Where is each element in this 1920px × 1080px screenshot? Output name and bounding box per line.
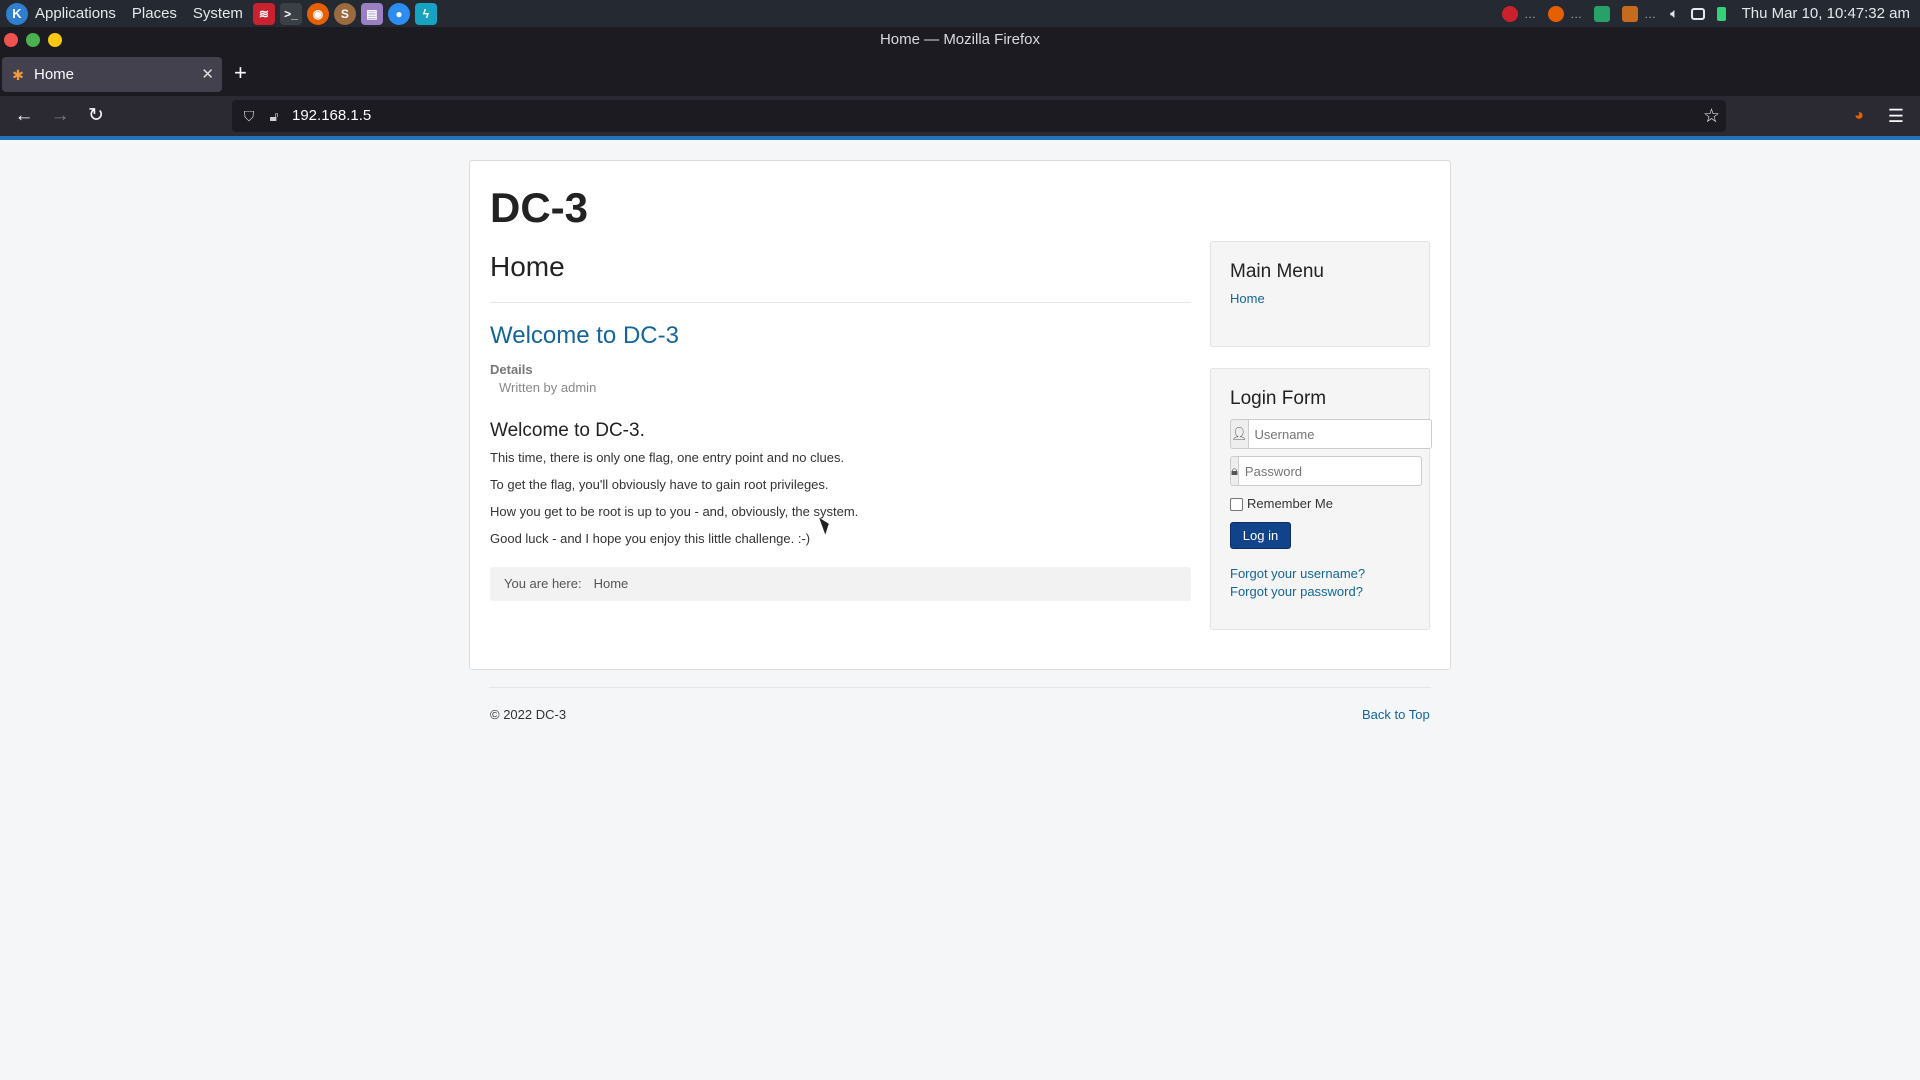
maximize-window-button[interactable] [26,33,40,47]
extension-icon[interactable]: ◕ [1847,104,1871,128]
lock-icon[interactable]: 🔓︎ [266,107,282,125]
main-menu-title: Main Menu [1230,261,1324,282]
shield-icon[interactable]: ⛉ [241,107,257,125]
main-content: Home Welcome to DC-3 Details Written by … [490,247,1191,601]
url-text[interactable]: 192.168.1.5 [292,107,371,125]
applications-menu[interactable]: Applications [35,5,116,22]
terminal-launcher-icon[interactable]: >_ [279,2,302,25]
distro-logo-icon[interactable]: K [6,2,28,25]
tab-home[interactable]: ✱ Home ✕ [2,57,222,92]
breadcrumb-current: Home [593,576,629,591]
joomla-favicon-icon: ✱ [12,66,24,83]
flash-launcher-icon[interactable]: ϟ [414,2,437,25]
article-paragraph: This time, there is only one flag, one e… [490,450,845,465]
reload-button[interactable]: ↻ [84,104,108,128]
burp-launcher-icon[interactable]: S [333,2,356,25]
chat-launcher-icon[interactable]: ● [387,2,410,25]
close-window-button[interactable] [4,33,18,47]
bookmark-star-icon[interactable]: ☆ [1703,105,1720,128]
login-form-module: Login Form 👤︎ 🔒︎ Remember Me Log in Forg… [1210,368,1432,630]
breadcrumb: You are here: Home [490,567,1191,601]
footer-divider [489,687,1431,688]
text-editor-launcher-icon[interactable]: ▤ [360,2,383,25]
article-title-link[interactable]: Welcome to DC-3 [490,321,1191,351]
back-button[interactable]: ← [12,104,36,128]
article-paragraph: To get the flag, you'll obviously have t… [490,477,829,492]
login-form-title: Login Form [1230,388,1327,409]
username-input[interactable] [1247,419,1432,449]
firefox-launcher-icon[interactable]: ◉ [306,2,329,25]
new-tab-button[interactable]: + [234,62,247,84]
details-label: Details [490,362,533,377]
volume-icon[interactable]: 🔈︎ [1670,5,1678,22]
login-button[interactable]: Log in [1230,522,1291,549]
article-paragraph: How you get to be root is up to you - an… [490,504,859,519]
menu-item-home[interactable]: Home [1230,290,1410,308]
display-icon[interactable] [1690,7,1705,20]
remember-me-checkbox[interactable] [1230,498,1243,511]
red-app-launcher-icon[interactable]: ≋ [252,2,275,25]
tray-more-icon-2[interactable]: … [1570,7,1582,21]
close-tab-icon[interactable]: ✕ [201,65,214,83]
tray-more-icon[interactable]: … [1524,7,1536,21]
footer-copyright: © 2022 DC-3 [490,707,567,722]
remember-me-label[interactable]: Remember Me [1247,496,1333,511]
tray-more-icon-3[interactable]: … [1644,7,1656,21]
tray-green-icon[interactable] [1594,5,1611,22]
site-container: DC-3 Home Welcome to DC-3 Details Writte… [469,160,1451,670]
forgot-password-link[interactable]: Forgot your password? [1230,583,1410,601]
remember-me-row: Remember Me [1230,493,1410,513]
breadcrumb-label: You are here: [504,576,582,591]
accent-line [0,136,1920,140]
forward-button[interactable]: → [48,104,72,128]
nav-toolbar: ← → ↻ ⛉ 🔓︎ 192.168.1.5 ☆ ◕ ☰ [0,96,1920,136]
window-titlebar: Home — Mozilla Firefox [0,27,1920,53]
window-title: Home — Mozilla Firefox [879,31,1041,48]
back-to-top-link[interactable]: Back to Top [1362,707,1430,722]
system-menu[interactable]: System [193,5,243,22]
sidebar: Main Menu Home Login Form 👤︎ 🔒︎ Remember… [1210,241,1432,651]
minimize-window-button[interactable] [48,33,62,47]
url-bar[interactable]: ⛉ 🔓︎ 192.168.1.5 ☆ [232,100,1726,132]
top-panel: K Applications Places System ≋ >_ ◉ S ▤ … [0,0,1920,27]
tray-orange-icon[interactable] [1622,5,1639,22]
lock-icon: 🔒︎ [1230,456,1238,486]
battery-icon[interactable] [1716,6,1726,21]
article-subtitle: Welcome to DC-3. [490,420,645,441]
page-heading: Home [490,247,1191,303]
password-row: 🔒︎ [1230,456,1422,486]
tray-firefox-icon[interactable] [1548,5,1565,22]
article-paragraph: Good luck - and I hope you enjoy this li… [490,531,811,546]
tab-bar: ✱ Home ✕ + [0,53,1920,96]
site-brand[interactable]: DC-3 [490,183,588,233]
username-row: 👤︎ [1230,419,1432,449]
tab-title: Home [34,66,75,83]
main-menu-module: Main Menu Home [1210,241,1430,347]
hamburger-menu-icon[interactable]: ☰ [1884,104,1908,128]
user-icon: 👤︎ [1230,419,1248,449]
clock[interactable]: Thu Mar 10, 10:47:32 am [1742,5,1910,22]
tray-red-icon[interactable] [1502,5,1519,22]
places-menu[interactable]: Places [132,5,177,22]
password-input[interactable] [1237,456,1422,486]
forgot-username-link[interactable]: Forgot your username? [1230,565,1410,583]
written-by: Written by admin [499,380,597,395]
